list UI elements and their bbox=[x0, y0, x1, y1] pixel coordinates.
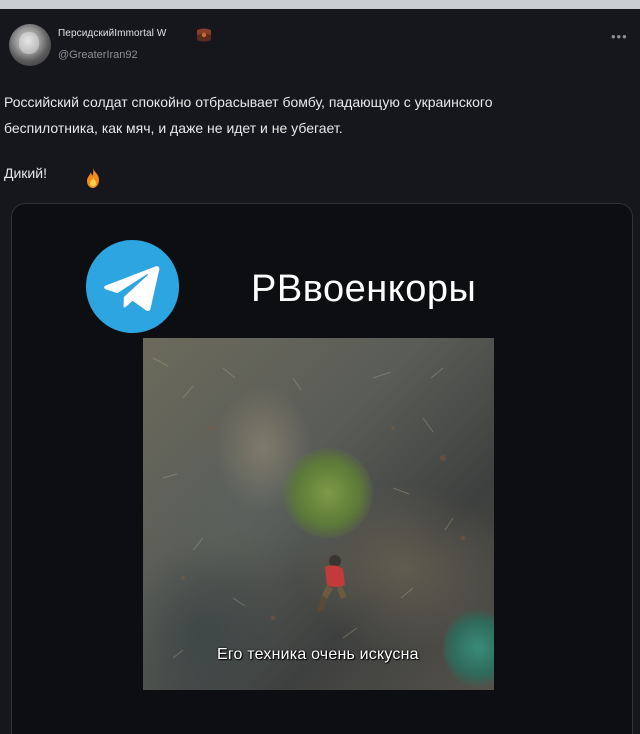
channel-name: РВвоенкоры bbox=[251, 268, 477, 310]
video-subtitle: Его техника очень искусна bbox=[217, 646, 419, 663]
more-options-icon[interactable]: ••• bbox=[611, 29, 628, 44]
fire-emoji-icon bbox=[87, 168, 99, 188]
user-handle[interactable]: @GreaterIran92 bbox=[58, 49, 138, 61]
tweet-text-exclamation: Дикий! bbox=[4, 165, 47, 181]
video-soldier bbox=[317, 555, 347, 611]
top-bar bbox=[0, 0, 640, 9]
tweet-text-line: беспилотника, как мяч, и даже не идет и … bbox=[4, 120, 343, 136]
video-ground-texture bbox=[152, 357, 466, 659]
display-name[interactable]: ПерсидскийImmortal W bbox=[58, 28, 166, 39]
flag-badge-icon bbox=[197, 28, 211, 42]
tweet-text: Российский солдат спокойно отбрасывает б… bbox=[4, 89, 624, 141]
telegram-logo-icon bbox=[85, 239, 180, 334]
tweet-text-line: Российский солдат спокойно отбрасывает б… bbox=[4, 94, 493, 110]
avatar[interactable] bbox=[9, 24, 51, 66]
video-frame[interactable] bbox=[143, 338, 494, 690]
